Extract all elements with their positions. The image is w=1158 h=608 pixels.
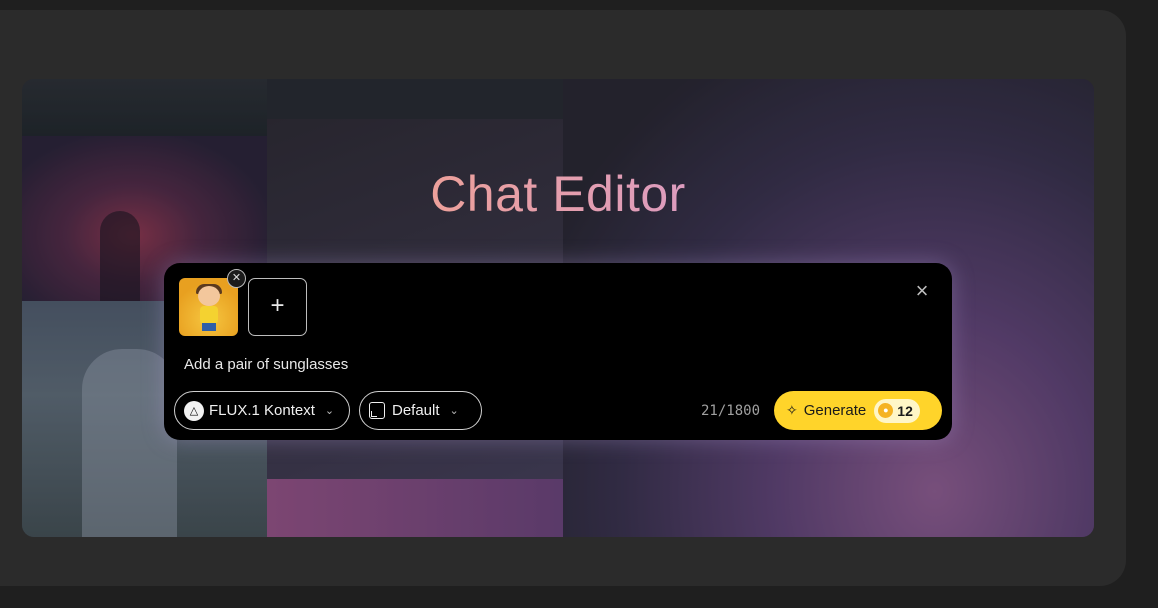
aspect-ratio-label: Default — [392, 402, 440, 419]
remove-image-button[interactable]: ✕ — [227, 269, 246, 288]
image-thumbnail[interactable] — [179, 278, 238, 336]
close-icon: × — [915, 278, 929, 303]
model-select[interactable]: △ FLUX.1 Kontext ⌄ — [174, 391, 350, 430]
sparkle-icon: ✧ — [786, 402, 798, 418]
model-label: FLUX.1 Kontext — [209, 402, 315, 419]
aspect-ratio-select[interactable]: Default ⌄ — [359, 391, 482, 430]
thumbnail-legs — [202, 323, 216, 331]
thumbnail-body — [200, 306, 218, 324]
generate-button[interactable]: ✧ Generate ● 12 — [774, 391, 942, 430]
thumbnail-head — [198, 286, 220, 306]
credit-cost: 12 — [897, 402, 913, 419]
generate-label: Generate — [803, 402, 867, 419]
content-card: Chat Editor ✕ + × Add a pair of sunglass… — [0, 10, 1126, 586]
flux-logo-icon: △ — [184, 400, 204, 421]
credit-cost-badge: ● 12 — [874, 398, 920, 423]
prompt-input[interactable]: Add a pair of sunglasses — [184, 356, 348, 373]
chevron-down-icon: ⌄ — [324, 405, 335, 417]
chevron-down-icon: ⌄ — [449, 405, 459, 417]
coin-icon: ● — [878, 403, 894, 418]
page-title: Chat Editor — [22, 165, 1094, 223]
close-icon: ✕ — [231, 272, 242, 284]
chat-editor-panel: ✕ + × Add a pair of sunglasses △ FLUX.1 … — [164, 263, 952, 440]
aspect-ratio-icon — [369, 402, 385, 419]
character-counter: 21/1800 — [701, 403, 761, 419]
add-image-button[interactable]: + — [248, 278, 307, 336]
close-panel-button[interactable]: × — [912, 278, 932, 303]
